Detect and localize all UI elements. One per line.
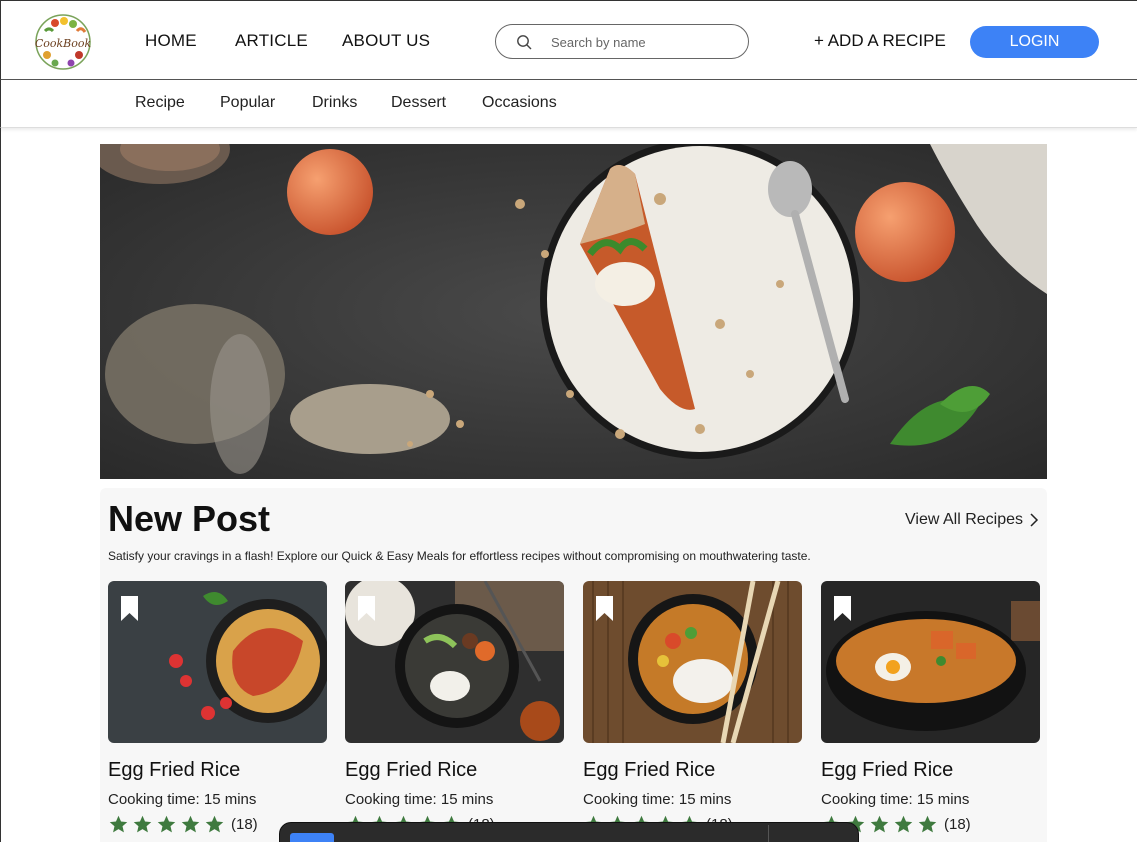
top-header: CookBook HOME ARTICLE ABOUT US + ADD A R… <box>0 0 1137 80</box>
cooking-time: Cooking time: 15 mins <box>108 791 257 808</box>
search-icon <box>517 35 532 50</box>
star-icon <box>133 815 152 833</box>
star-icon <box>205 815 224 833</box>
recipe-title[interactable]: Egg Fried Rice <box>108 759 240 782</box>
nav-article[interactable]: ARTICLE <box>235 31 308 51</box>
cooking-time: Cooking time: 15 mins <box>821 791 970 808</box>
recipe-card[interactable]: Egg Fried Rice Cooking time: 15 mins (18… <box>821 581 1040 842</box>
star-icon <box>181 815 200 833</box>
category-dessert[interactable]: Dessert <box>391 94 446 112</box>
recipe-image[interactable] <box>821 581 1040 743</box>
category-occasions[interactable]: Occasions <box>482 94 557 112</box>
recipe-image[interactable] <box>583 581 802 743</box>
view-all-recipes-link[interactable]: View All Recipes <box>905 511 1039 529</box>
section-description: Satisfy your cravings in a flash! Explor… <box>108 549 811 563</box>
recipe-image[interactable] <box>108 581 327 743</box>
bookmark-icon[interactable] <box>120 595 139 622</box>
cooking-time: Cooking time: 15 mins <box>583 791 732 808</box>
login-button[interactable]: LOGIN <box>970 26 1099 58</box>
hero-banner-image <box>100 144 1047 479</box>
nav-home[interactable]: HOME <box>145 31 197 51</box>
star-icon <box>918 815 937 833</box>
toolbar-button[interactable] <box>290 833 334 842</box>
rating-count: (18) <box>944 816 971 833</box>
recipe-card[interactable]: Egg Fried Rice Cooking time: 15 mins (18… <box>108 581 327 842</box>
rating-count: (18) <box>231 816 258 833</box>
search-box[interactable] <box>495 24 749 59</box>
page-border <box>0 128 1 842</box>
cookbook-logo[interactable]: CookBook <box>33 13 93 71</box>
recipe-title[interactable]: Egg Fried Rice <box>821 759 953 782</box>
nav-about-us[interactable]: ABOUT US <box>342 31 430 51</box>
new-post-section: New Post View All Recipes Satisfy your c… <box>100 488 1047 842</box>
bookmark-icon[interactable] <box>357 595 376 622</box>
star-icon <box>870 815 889 833</box>
star-icon <box>894 815 913 833</box>
cooking-time: Cooking time: 15 mins <box>345 791 494 808</box>
recipe-card[interactable]: Egg Fried Rice Cooking time: 15 mins (18… <box>345 581 564 842</box>
recipe-image[interactable] <box>345 581 564 743</box>
recipe-card[interactable]: Egg Fried Rice Cooking time: 15 mins (18… <box>583 581 802 842</box>
category-recipe[interactable]: Recipe <box>135 94 185 112</box>
star-icon <box>157 815 176 833</box>
logo-text: CookBook <box>35 37 92 50</box>
floating-toolbar[interactable] <box>279 822 859 842</box>
chevron-right-icon <box>1030 513 1039 527</box>
bookmark-icon[interactable] <box>833 595 852 622</box>
star-icon <box>109 815 128 833</box>
recipe-title[interactable]: Egg Fried Rice <box>583 759 715 782</box>
recipe-title[interactable]: Egg Fried Rice <box>345 759 477 782</box>
rating: (18) <box>108 814 258 835</box>
bookmark-icon[interactable] <box>595 595 614 622</box>
toolbar-divider <box>768 825 769 842</box>
category-drinks[interactable]: Drinks <box>312 94 357 112</box>
view-all-label: View All Recipes <box>905 511 1023 528</box>
category-nav: Recipe Popular Drinks Dessert Occasions <box>0 80 1137 128</box>
add-recipe-link[interactable]: + ADD A RECIPE <box>814 31 946 51</box>
category-popular[interactable]: Popular <box>220 94 275 112</box>
section-title: New Post <box>108 498 271 539</box>
search-input[interactable] <box>551 32 731 52</box>
